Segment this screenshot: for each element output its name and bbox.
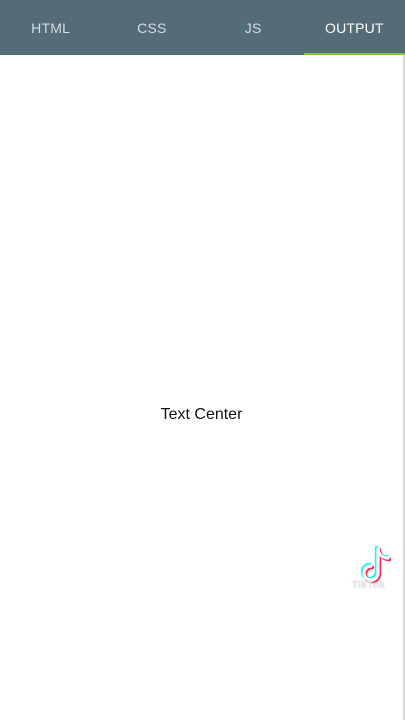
code-playground-app: HTML CSS JS OUTPUT Text Center TikTok [0, 0, 405, 720]
output-pane: Text Center [0, 55, 403, 720]
tab-js[interactable]: JS [203, 0, 304, 55]
tab-output-label: OUTPUT [324, 19, 384, 36]
tiktok-watermark-text: TikTok [352, 580, 386, 591]
tab-css-label: CSS [137, 19, 167, 36]
output-center-text: Text Center [160, 406, 243, 423]
tab-css[interactable]: CSS [101, 0, 202, 55]
tab-html[interactable]: HTML [0, 0, 101, 55]
tab-bar: HTML CSS JS OUTPUT [0, 0, 405, 55]
tab-js-label: JS [244, 19, 262, 36]
tab-output[interactable]: OUTPUT [303, 0, 405, 55]
tab-html-label: HTML [31, 19, 71, 36]
